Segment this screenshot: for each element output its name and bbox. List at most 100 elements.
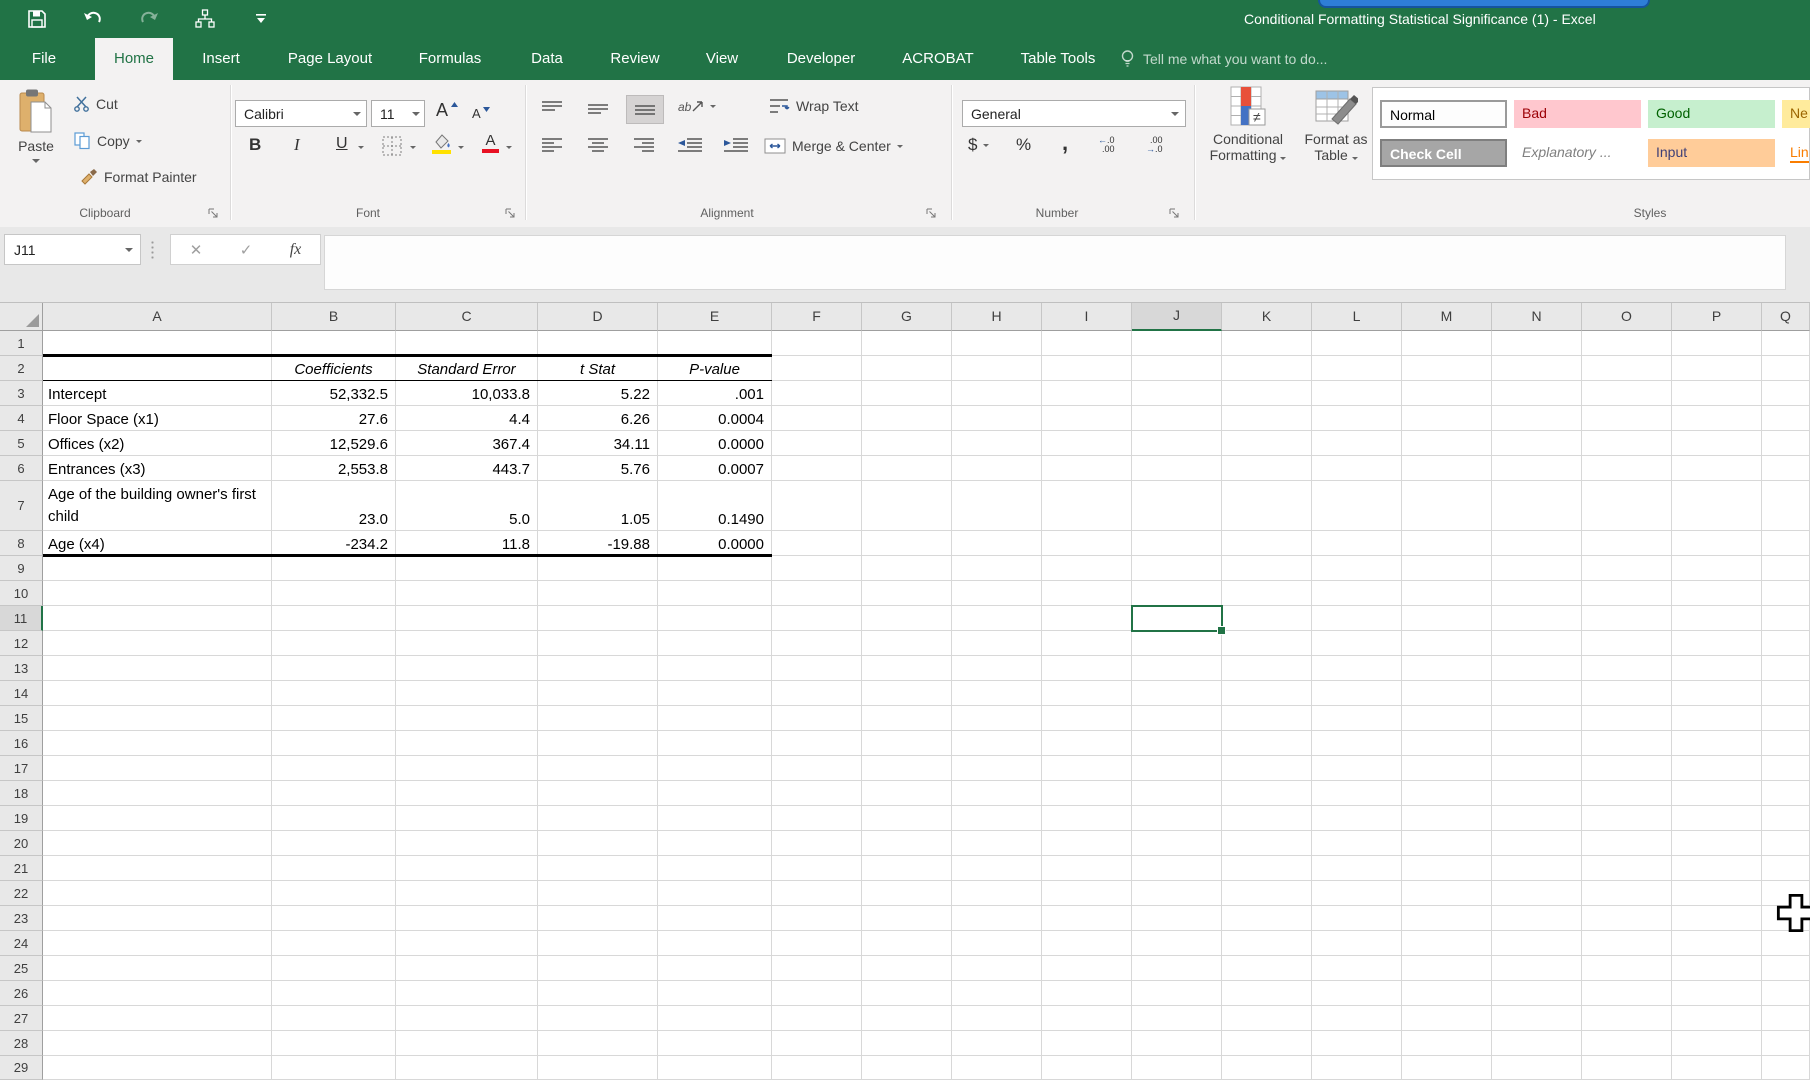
cell-O11[interactable] bbox=[1582, 606, 1672, 631]
cell-O1[interactable] bbox=[1582, 331, 1672, 356]
cell-I11[interactable] bbox=[1042, 606, 1132, 631]
cell-L18[interactable] bbox=[1312, 781, 1402, 806]
cell-D17[interactable] bbox=[538, 756, 658, 781]
cell-I8[interactable] bbox=[1042, 531, 1132, 556]
cell-A1[interactable] bbox=[43, 331, 272, 356]
dialog-launcher-icon[interactable] bbox=[208, 208, 219, 219]
cell-N26[interactable] bbox=[1492, 981, 1582, 1006]
cell-H27[interactable] bbox=[952, 1006, 1042, 1031]
cell-C21[interactable] bbox=[396, 856, 538, 881]
cell-M18[interactable] bbox=[1402, 781, 1492, 806]
cell-A25[interactable] bbox=[43, 956, 272, 981]
cell-H13[interactable] bbox=[952, 656, 1042, 681]
cell-H20[interactable] bbox=[952, 831, 1042, 856]
cell-P26[interactable] bbox=[1672, 981, 1762, 1006]
cell-M1[interactable] bbox=[1402, 331, 1492, 356]
cell-B14[interactable] bbox=[272, 681, 396, 706]
cell-I23[interactable] bbox=[1042, 906, 1132, 931]
qat-customize-icon[interactable] bbox=[248, 6, 274, 32]
cell-A15[interactable] bbox=[43, 706, 272, 731]
cell-N29[interactable] bbox=[1492, 1056, 1582, 1080]
cell-K28[interactable] bbox=[1222, 1031, 1312, 1056]
cell-M3[interactable] bbox=[1402, 381, 1492, 406]
cell-M21[interactable] bbox=[1402, 856, 1492, 881]
column-header-D[interactable]: D bbox=[538, 303, 658, 331]
cell-I25[interactable] bbox=[1042, 956, 1132, 981]
cell-E25[interactable] bbox=[658, 956, 772, 981]
cell-A7[interactable]: Age of the building owner's first child bbox=[43, 481, 272, 531]
cell-Q20[interactable] bbox=[1762, 831, 1810, 856]
cell-G29[interactable] bbox=[862, 1056, 952, 1080]
cell-J1[interactable] bbox=[1132, 331, 1222, 356]
font-color-button[interactable]: A bbox=[482, 133, 499, 153]
cell-K12[interactable] bbox=[1222, 631, 1312, 656]
cell-A13[interactable] bbox=[43, 656, 272, 681]
cell-F26[interactable] bbox=[772, 981, 862, 1006]
cell-K24[interactable] bbox=[1222, 931, 1312, 956]
cell-E20[interactable] bbox=[658, 831, 772, 856]
cell-P17[interactable] bbox=[1672, 756, 1762, 781]
cell-L2[interactable] bbox=[1312, 356, 1402, 381]
format-painter-button[interactable]: Format Painter bbox=[80, 168, 197, 185]
cell-P18[interactable] bbox=[1672, 781, 1762, 806]
italic-button[interactable]: I bbox=[294, 135, 300, 155]
cell-M4[interactable] bbox=[1402, 406, 1492, 431]
cell-O16[interactable] bbox=[1582, 731, 1672, 756]
cell-O2[interactable] bbox=[1582, 356, 1672, 381]
accounting-dropdown-icon[interactable] bbox=[983, 144, 989, 147]
cell-D18[interactable] bbox=[538, 781, 658, 806]
cell-I17[interactable] bbox=[1042, 756, 1132, 781]
cell-H28[interactable] bbox=[952, 1031, 1042, 1056]
cell-J28[interactable] bbox=[1132, 1031, 1222, 1056]
cell-B12[interactable] bbox=[272, 631, 396, 656]
cell-G26[interactable] bbox=[862, 981, 952, 1006]
cell-A14[interactable] bbox=[43, 681, 272, 706]
cell-E24[interactable] bbox=[658, 931, 772, 956]
cell-D28[interactable] bbox=[538, 1031, 658, 1056]
cell-N27[interactable] bbox=[1492, 1006, 1582, 1031]
cell-N9[interactable] bbox=[1492, 556, 1582, 581]
cell-A29[interactable] bbox=[43, 1056, 272, 1080]
cell-P11[interactable] bbox=[1672, 606, 1762, 631]
row-header-4[interactable]: 4 bbox=[0, 406, 43, 431]
cell-M14[interactable] bbox=[1402, 681, 1492, 706]
selected-cell-outline[interactable] bbox=[1131, 605, 1223, 632]
cell-D5[interactable]: 34.11 bbox=[538, 431, 658, 456]
font-size-combo[interactable]: 11 bbox=[371, 100, 425, 127]
cell-G1[interactable] bbox=[862, 331, 952, 356]
tab-acrobat[interactable]: ACROBAT bbox=[902, 38, 973, 80]
cell-M26[interactable] bbox=[1402, 981, 1492, 1006]
cell-D3[interactable]: 5.22 bbox=[538, 381, 658, 406]
cell-M7[interactable] bbox=[1402, 481, 1492, 531]
cell-E13[interactable] bbox=[658, 656, 772, 681]
cell-B16[interactable] bbox=[272, 731, 396, 756]
cell-A12[interactable] bbox=[43, 631, 272, 656]
cell-G12[interactable] bbox=[862, 631, 952, 656]
cell-C2[interactable]: Standard Error bbox=[396, 356, 538, 381]
cell-K4[interactable] bbox=[1222, 406, 1312, 431]
format-as-table-dropdown-icon[interactable] bbox=[1352, 157, 1358, 160]
cell-C14[interactable] bbox=[396, 681, 538, 706]
cut-button[interactable]: Cut bbox=[74, 96, 118, 112]
cell-K9[interactable] bbox=[1222, 556, 1312, 581]
cell-G13[interactable] bbox=[862, 656, 952, 681]
cell-M19[interactable] bbox=[1402, 806, 1492, 831]
cell-I16[interactable] bbox=[1042, 731, 1132, 756]
cell-M28[interactable] bbox=[1402, 1031, 1492, 1056]
cell-Q7[interactable] bbox=[1762, 481, 1810, 531]
cell-F22[interactable] bbox=[772, 881, 862, 906]
cell-Q11[interactable] bbox=[1762, 606, 1810, 631]
merge-center-button[interactable]: Merge & Center bbox=[764, 138, 903, 154]
cell-N16[interactable] bbox=[1492, 731, 1582, 756]
formula-input[interactable] bbox=[324, 235, 1786, 290]
cell-I1[interactable] bbox=[1042, 331, 1132, 356]
cell-F7[interactable] bbox=[772, 481, 862, 531]
cell-N7[interactable] bbox=[1492, 481, 1582, 531]
cell-M12[interactable] bbox=[1402, 631, 1492, 656]
cell-B15[interactable] bbox=[272, 706, 396, 731]
cell-C15[interactable] bbox=[396, 706, 538, 731]
cell-Q1[interactable] bbox=[1762, 331, 1810, 356]
cell-D20[interactable] bbox=[538, 831, 658, 856]
cell-N19[interactable] bbox=[1492, 806, 1582, 831]
cell-Q6[interactable] bbox=[1762, 456, 1810, 481]
